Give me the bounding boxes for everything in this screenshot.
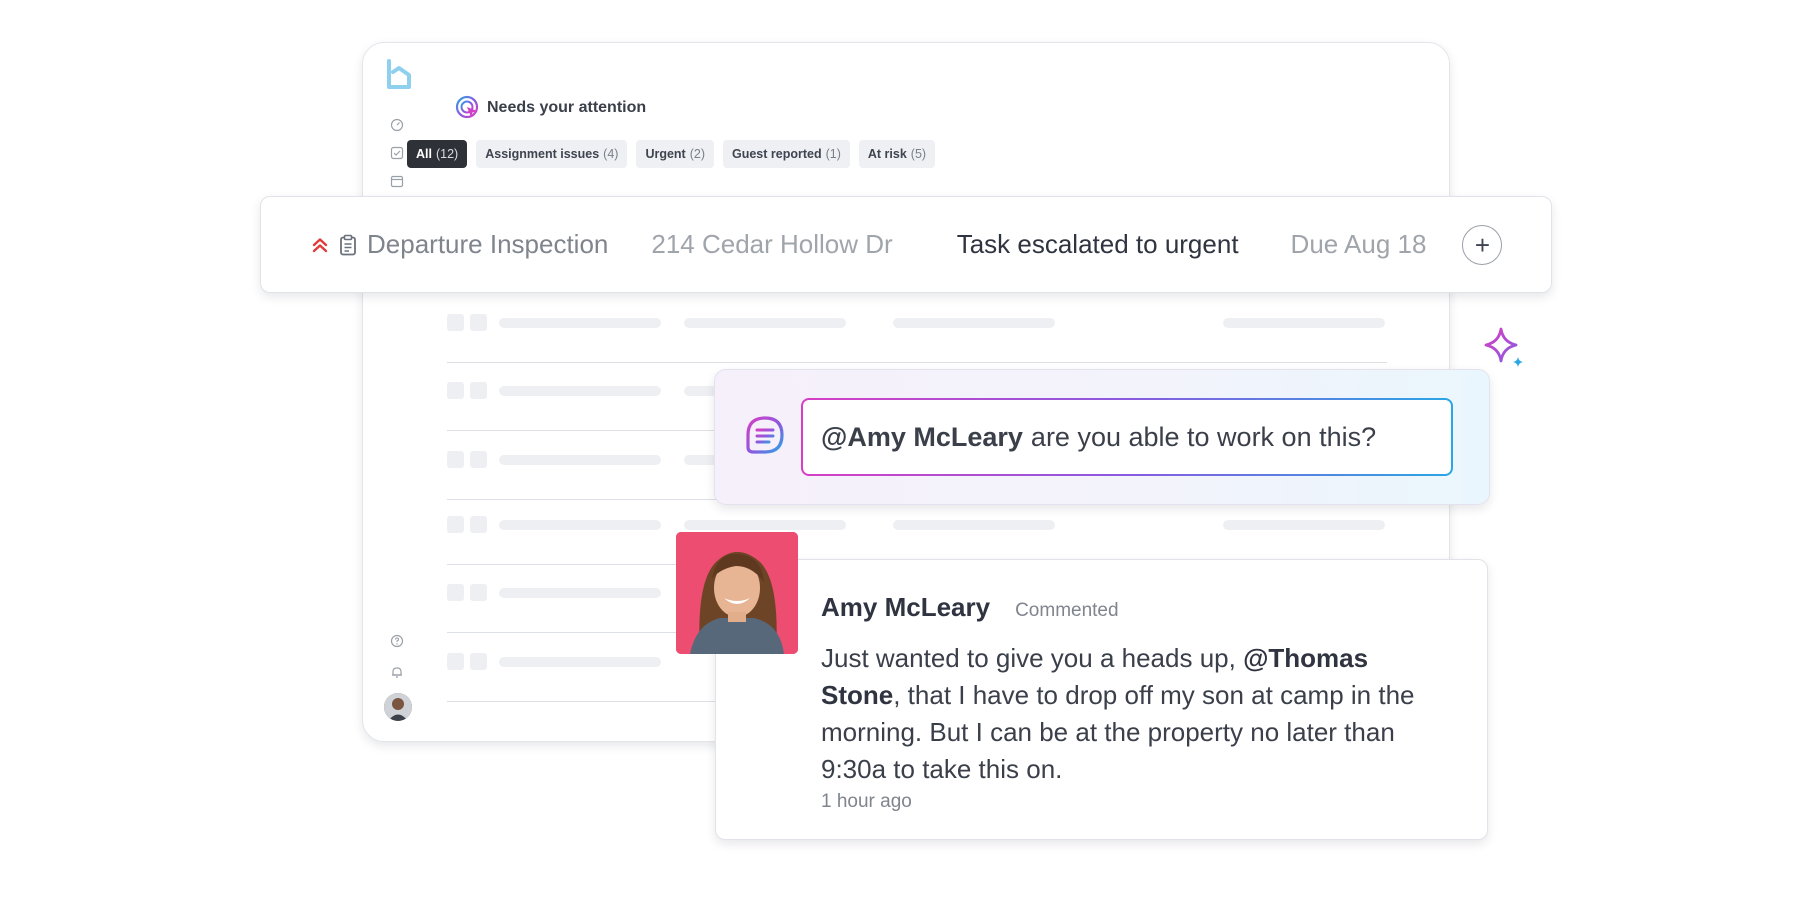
task-row-card[interactable]: Departure Inspection 214 Cedar Hollow Dr… [260, 196, 1552, 293]
reply-author[interactable]: Amy McLeary [821, 592, 990, 623]
reply-action: Commented [1015, 600, 1119, 621]
mention-tag[interactable]: @Amy McLeary [821, 422, 1023, 453]
filter-guest-reported-chip[interactable]: Guest reported (1) [723, 140, 850, 168]
help-icon[interactable] [389, 633, 405, 649]
user-avatar[interactable] [384, 693, 412, 721]
app-logo[interactable] [385, 59, 415, 93]
filter-count: (1) [825, 147, 841, 161]
filter-count: (12) [435, 147, 459, 161]
skeleton-row [447, 293, 1387, 363]
filter-assignment-issues-chip[interactable]: Assignment issues (4) [476, 140, 628, 168]
reply-body: Just wanted to give you a heads up, @Tho… [821, 640, 1441, 788]
filter-urgent-chip[interactable]: Urgent (2) [636, 140, 714, 168]
task-due-date: Due Aug 18 [1290, 229, 1427, 259]
task-name[interactable]: Departure Inspection [367, 229, 608, 260]
calendar-icon[interactable] [389, 173, 405, 189]
bell-icon[interactable] [389, 664, 405, 680]
reply-author-avatar[interactable] [676, 532, 798, 654]
filter-label: At risk [867, 147, 907, 161]
task-status: Task escalated to urgent [956, 229, 1239, 259]
double-chevron-up-icon [312, 237, 328, 252]
comment-composer: @Amy McLeary are you able to work on thi… [714, 369, 1490, 505]
reply-text-start: Just wanted to give you a heads up, [821, 643, 1244, 673]
comment-reply-card: Amy McLeary Commented Just wanted to giv… [715, 559, 1488, 840]
filter-count: (5) [910, 147, 927, 161]
dashboard-icon[interactable] [389, 117, 405, 133]
sparkle-icon [1484, 327, 1523, 367]
filter-label: Assignment issues [485, 147, 600, 161]
section-title: Needs your attention [487, 99, 647, 116]
chat-bubble-icon [746, 416, 784, 454]
filter-all-chip[interactable]: All (12) [407, 140, 468, 168]
skeleton-row [447, 495, 1387, 565]
comment-text: are you able to work on this? [1030, 421, 1377, 452]
filter-at-risk-chip[interactable]: At risk (5) [858, 140, 936, 168]
filter-label: All [416, 147, 432, 161]
section-header: Needs your attention [455, 95, 646, 121]
filter-label: Guest reported [732, 147, 822, 161]
task-address: 214 Cedar Hollow Dr [651, 229, 893, 259]
filter-bar: All (12) Assignment issues (4) Urgent (2… [407, 140, 936, 168]
reply-header: Amy McLeary Commented [821, 592, 1119, 623]
attention-icon [455, 95, 479, 119]
filter-label: Urgent [645, 147, 686, 161]
clipboard-icon [340, 234, 356, 255]
filter-count: (4) [603, 147, 619, 161]
reply-text-end: , that I have to drop off my son at camp… [821, 680, 1415, 784]
plus-icon: + [1474, 229, 1491, 260]
add-button[interactable]: + [1462, 224, 1503, 265]
tasks-icon[interactable] [389, 145, 405, 161]
reply-timestamp: 1 hour ago [821, 791, 912, 812]
filter-count: (2) [689, 147, 705, 161]
comment-input[interactable]: @Amy McLeary are you able to work on thi… [801, 398, 1453, 476]
